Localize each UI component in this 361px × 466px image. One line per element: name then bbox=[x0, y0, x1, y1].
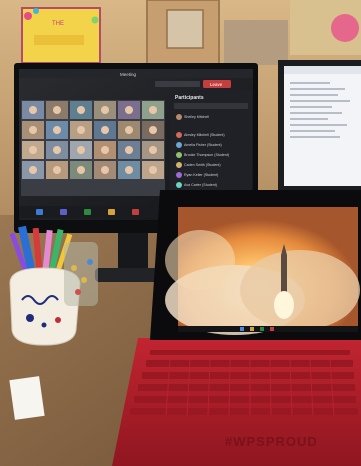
participant-row: Amelia Fisher (Student) bbox=[184, 143, 222, 147]
participant-row: Shelley Mitchell bbox=[184, 115, 209, 119]
participant-row: Ryan Keller (Student) bbox=[184, 173, 218, 177]
photo-frame: THE Meeting Leave Participants Shelley M… bbox=[0, 0, 361, 466]
pink-decoration bbox=[331, 14, 359, 42]
participants-title: Participants bbox=[175, 95, 204, 101]
meeting-title: Meeting bbox=[120, 72, 137, 77]
participant-row: Ava Carter (Student) bbox=[184, 183, 217, 187]
participant-row: Brooke Thompson (Student) bbox=[184, 153, 229, 157]
classroom-photo: THE Meeting Leave Participants Shelley M… bbox=[0, 0, 361, 466]
poster-text: THE bbox=[52, 21, 64, 27]
participant-row: Ainsley Mitchell (Student) bbox=[184, 133, 225, 137]
svg-text:Leave: Leave bbox=[210, 82, 223, 87]
video-grid bbox=[21, 100, 165, 196]
rocket bbox=[281, 255, 287, 295]
participant-row: Caden Smith (Student) bbox=[184, 163, 221, 167]
keyboard-engraving: #WPSPROUD bbox=[225, 434, 318, 449]
